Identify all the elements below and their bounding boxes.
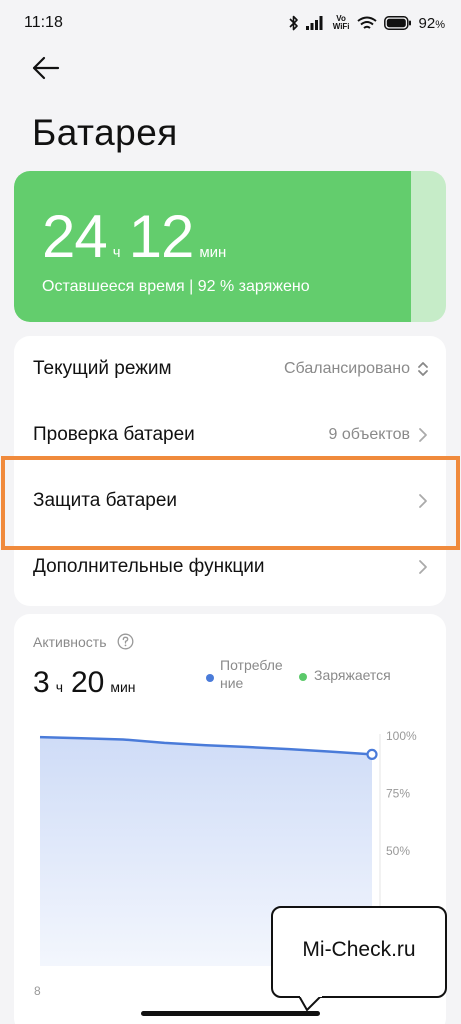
battery-percent-symbol: % [435, 18, 445, 31]
battery-subtitle: Оставшееся время | 92 % заряжено [42, 278, 310, 295]
activity-time: 3 ч 20 мин [33, 666, 144, 700]
battery-status-card[interactable]: 24 ч 12 мин Оставшееся время | 92 % заря… [14, 171, 446, 322]
battery-percent-value: 92 [418, 14, 436, 32]
chevron-right-icon [419, 494, 427, 508]
row-battery-check[interactable]: Проверка батареи 9 объектов [14, 402, 446, 468]
chart-end-point [366, 748, 378, 760]
remaining-hours: 24 [42, 203, 108, 270]
vowifi-bottom: WiFi [332, 22, 350, 31]
activity-hours: 3 [33, 666, 50, 699]
watermark-text: Mi-Check.ru [302, 938, 416, 961]
row-battery-protection[interactable]: Защита батареи [14, 468, 446, 534]
row-value: 9 объектов [328, 426, 411, 443]
callout-tail-icon [299, 996, 322, 1012]
page-title: Батарея [32, 112, 178, 153]
home-indicator[interactable] [141, 1011, 320, 1016]
row-label: Текущий режим [33, 358, 172, 379]
arrow-left-icon [32, 56, 60, 80]
chevron-right-icon [419, 428, 427, 442]
vowifi-icon: Vo WiFi [333, 15, 350, 31]
status-time: 11:18 [24, 14, 63, 31]
remaining-minutes-unit: мин [199, 244, 227, 261]
signal-icon [305, 16, 323, 30]
y-tick-label: 50% [386, 844, 410, 858]
legend-dot-consumption [206, 674, 214, 682]
chevron-right-icon [419, 560, 427, 574]
battery-settings-screen: 11:18 Vo WiFi 92% Батарея 24 ч 12 мин Ос… [0, 0, 461, 1024]
y-tick-label: 100% [386, 729, 417, 743]
legend-charging: Заряжается [314, 667, 391, 683]
status-icons: Vo WiFi 92% [288, 13, 445, 33]
bluetooth-icon [289, 15, 298, 31]
watermark-callout: Mi-Check.ru [271, 906, 447, 1012]
question-circle-icon[interactable] [117, 633, 134, 650]
remaining-minutes: 12 [128, 203, 195, 270]
activity-minutes: 20 [70, 666, 105, 699]
x-axis-label: 8 [34, 984, 41, 998]
y-tick-label: 75% [386, 787, 410, 801]
status-battery-percent: 92% [419, 15, 445, 32]
activity-minutes-unit: мин [110, 679, 136, 695]
row-current-mode[interactable]: Текущий режим Сбалансировано [14, 336, 446, 402]
back-button[interactable] [30, 54, 64, 84]
battery-settings-list: Текущий режим Сбалансировано Проверка ба… [14, 336, 446, 606]
row-label: Дополнительные функции [33, 556, 265, 577]
status-bar: 11:18 Vo WiFi 92% [0, 0, 461, 48]
row-label: Защита батареи [33, 490, 178, 511]
up-down-chevron-icon [418, 362, 428, 376]
activity-hours-unit: ч [55, 679, 63, 695]
row-value: Сбалансировано [283, 360, 410, 377]
wifi-icon [356, 16, 377, 29]
battery-remaining-time: 24 ч 12 мин [42, 207, 234, 267]
row-label: Проверка батареи [33, 424, 195, 445]
legend-dot-charging [299, 673, 307, 681]
remaining-hours-unit: ч [112, 244, 121, 261]
activity-label: Активность [33, 634, 107, 650]
row-additional-functions[interactable]: Дополнительные функции [14, 534, 446, 600]
legend-consumption: Потребле ние [220, 657, 283, 691]
battery-icon [383, 16, 411, 30]
